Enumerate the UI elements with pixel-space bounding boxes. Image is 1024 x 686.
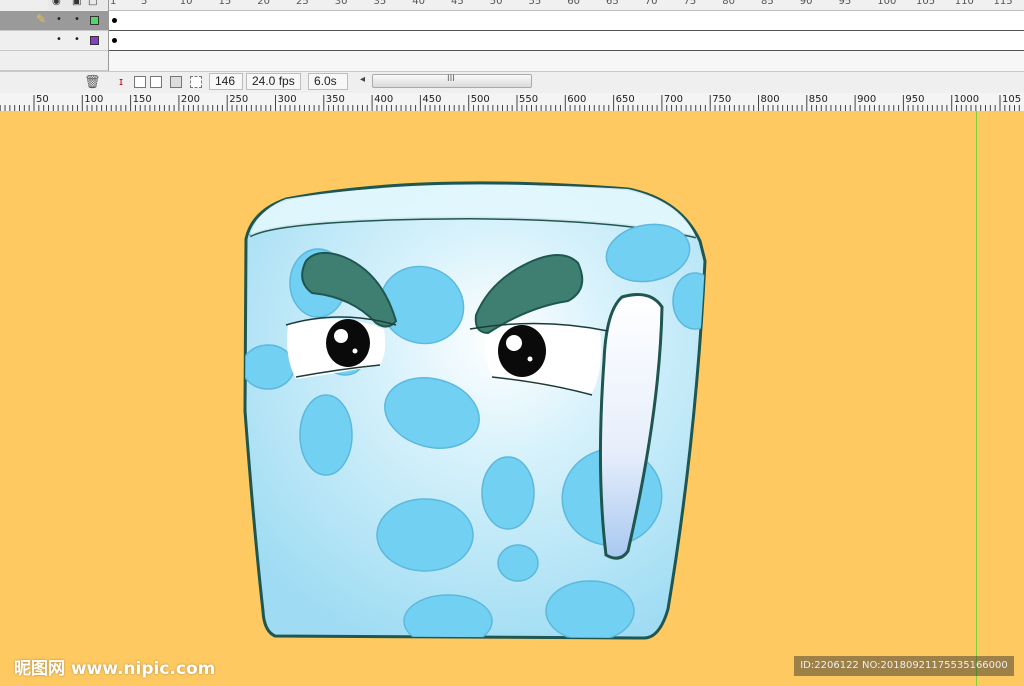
ruler-label: 500 <box>470 94 490 105</box>
frame-number: 115 <box>993 0 1013 7</box>
ruler-label: 900 <box>857 94 877 105</box>
pencil-icon: ✎ <box>36 12 47 26</box>
scroll-left-arrow-icon[interactable]: ◂ <box>360 74 365 85</box>
frame-number: 105 <box>916 0 936 7</box>
onion-skin-icon[interactable] <box>134 76 146 88</box>
frame-number: 15 <box>218 0 232 7</box>
stage-ruler: 50 100 150 200 250 300 350 400 450 500 550 600 650 70… <box>0 93 1024 112</box>
timeline-toolbar: 🗑 ɪ 146 24.0 fps 6.0s ◂ III <box>0 71 1024 94</box>
lock-dot[interactable]: • <box>74 34 80 45</box>
trash-icon[interactable]: 🗑 <box>84 75 101 90</box>
ruler-label: 850 <box>808 94 828 105</box>
ruler-label: 350 <box>325 94 345 105</box>
visibility-dot[interactable]: • <box>56 14 62 25</box>
keyframe-icon[interactable] <box>112 18 117 23</box>
timeline-scrollbar[interactable]: III <box>372 74 532 88</box>
frame-number: 1 <box>110 0 117 7</box>
layer-row-2[interactable]: • • <box>0 31 108 51</box>
ruler-label: 150 <box>132 94 152 105</box>
layer-1-frames[interactable] <box>108 11 1024 31</box>
layer-color-swatch[interactable] <box>90 36 99 45</box>
frame-number: 35 <box>373 0 387 7</box>
keyframe-icon[interactable] <box>112 38 117 43</box>
frame-number: 65 <box>606 0 619 7</box>
lock-icon[interactable]: ▣ <box>72 0 81 7</box>
scroll-grip: III <box>447 74 455 84</box>
watermark-id-text: ID:2206122 NO:20180921175535166000 <box>794 656 1014 676</box>
ruler-label: 950 <box>905 94 925 105</box>
timeline-panel: ◉ ▣ □ 1 5 10 15 20 25 30 35 40 45 50 55 60 65 70 75 80 85… <box>0 0 1024 94</box>
visibility-dot[interactable]: • <box>56 34 62 45</box>
onion-outline-icon[interactable] <box>150 76 162 88</box>
frame-number: 50 <box>489 0 503 7</box>
frame-number: 30 <box>334 0 348 7</box>
elapsed-time-field[interactable]: 6.0s <box>308 73 348 90</box>
frame-rate-field[interactable]: 24.0 fps <box>246 73 301 90</box>
frame-number: 80 <box>722 0 735 7</box>
ruler-label: 250 <box>229 94 249 105</box>
frame-number: 90 <box>799 0 813 7</box>
frame-number: 75 <box>683 0 697 7</box>
layer-row-empty <box>0 51 108 71</box>
frame-number: 40 <box>412 0 425 7</box>
modify-markers-icon[interactable] <box>190 76 202 88</box>
empty-frames <box>108 51 1024 71</box>
frame-number: 110 <box>954 0 974 7</box>
layer-header-icons: ◉ ▣ □ <box>48 0 108 10</box>
center-frame-icon[interactable]: ɪ <box>114 75 128 89</box>
frame-number: 45 <box>451 0 464 7</box>
ruler-label: 105 <box>1002 94 1022 105</box>
current-frame-field[interactable]: 146 <box>209 73 243 90</box>
frame-number: 20 <box>257 0 270 7</box>
ruler-label: 650 <box>615 94 635 105</box>
frame-number: 95 <box>838 0 852 7</box>
edit-multiple-frames-icon[interactable] <box>170 76 182 88</box>
frame-number: 5 <box>141 0 148 7</box>
ruler-label: 200 <box>180 94 200 105</box>
ruler-label: 400 <box>374 94 394 105</box>
frame-number: 10 <box>179 0 193 7</box>
ruler-label: 300 <box>277 94 297 105</box>
stage-guide-line[interactable] <box>976 111 977 686</box>
ruler-label: 750 <box>712 94 732 105</box>
stage-canvas[interactable] <box>0 111 1024 686</box>
ruler-label: 700 <box>663 94 683 105</box>
outline-icon[interactable]: □ <box>88 0 97 7</box>
frame-ruler[interactable]: 1 5 10 15 20 25 30 35 40 45 50 55 60 65 70 75 80 85 90 95 10… <box>108 0 1024 11</box>
frame-number: 100 <box>877 0 897 7</box>
ruler-label: 800 <box>760 94 780 105</box>
eye-icon[interactable]: ◉ <box>52 0 61 7</box>
ruler-label: 600 <box>567 94 587 105</box>
frame-number: 55 <box>528 0 542 7</box>
watermark-logo-text: 昵图网 www.nipic.com <box>14 659 216 679</box>
ruler-label: 100 <box>84 94 104 105</box>
frame-number: 85 <box>761 0 774 7</box>
layer-2-frames[interactable] <box>108 31 1024 51</box>
frame-number: 60 <box>567 0 580 7</box>
ruler-label: 1000 <box>953 94 980 105</box>
ruler-label: 50 <box>36 94 49 105</box>
layer-row-1[interactable]: ✎ • • <box>0 11 108 31</box>
ice-cube-character[interactable] <box>0 111 1024 686</box>
lock-dot[interactable]: • <box>74 14 80 25</box>
ruler-label: 450 <box>422 94 442 105</box>
frame-number: 70 <box>644 0 658 7</box>
frame-number: 25 <box>296 0 309 7</box>
ruler-label: 550 <box>519 94 539 105</box>
layer-color-swatch[interactable] <box>90 16 99 25</box>
